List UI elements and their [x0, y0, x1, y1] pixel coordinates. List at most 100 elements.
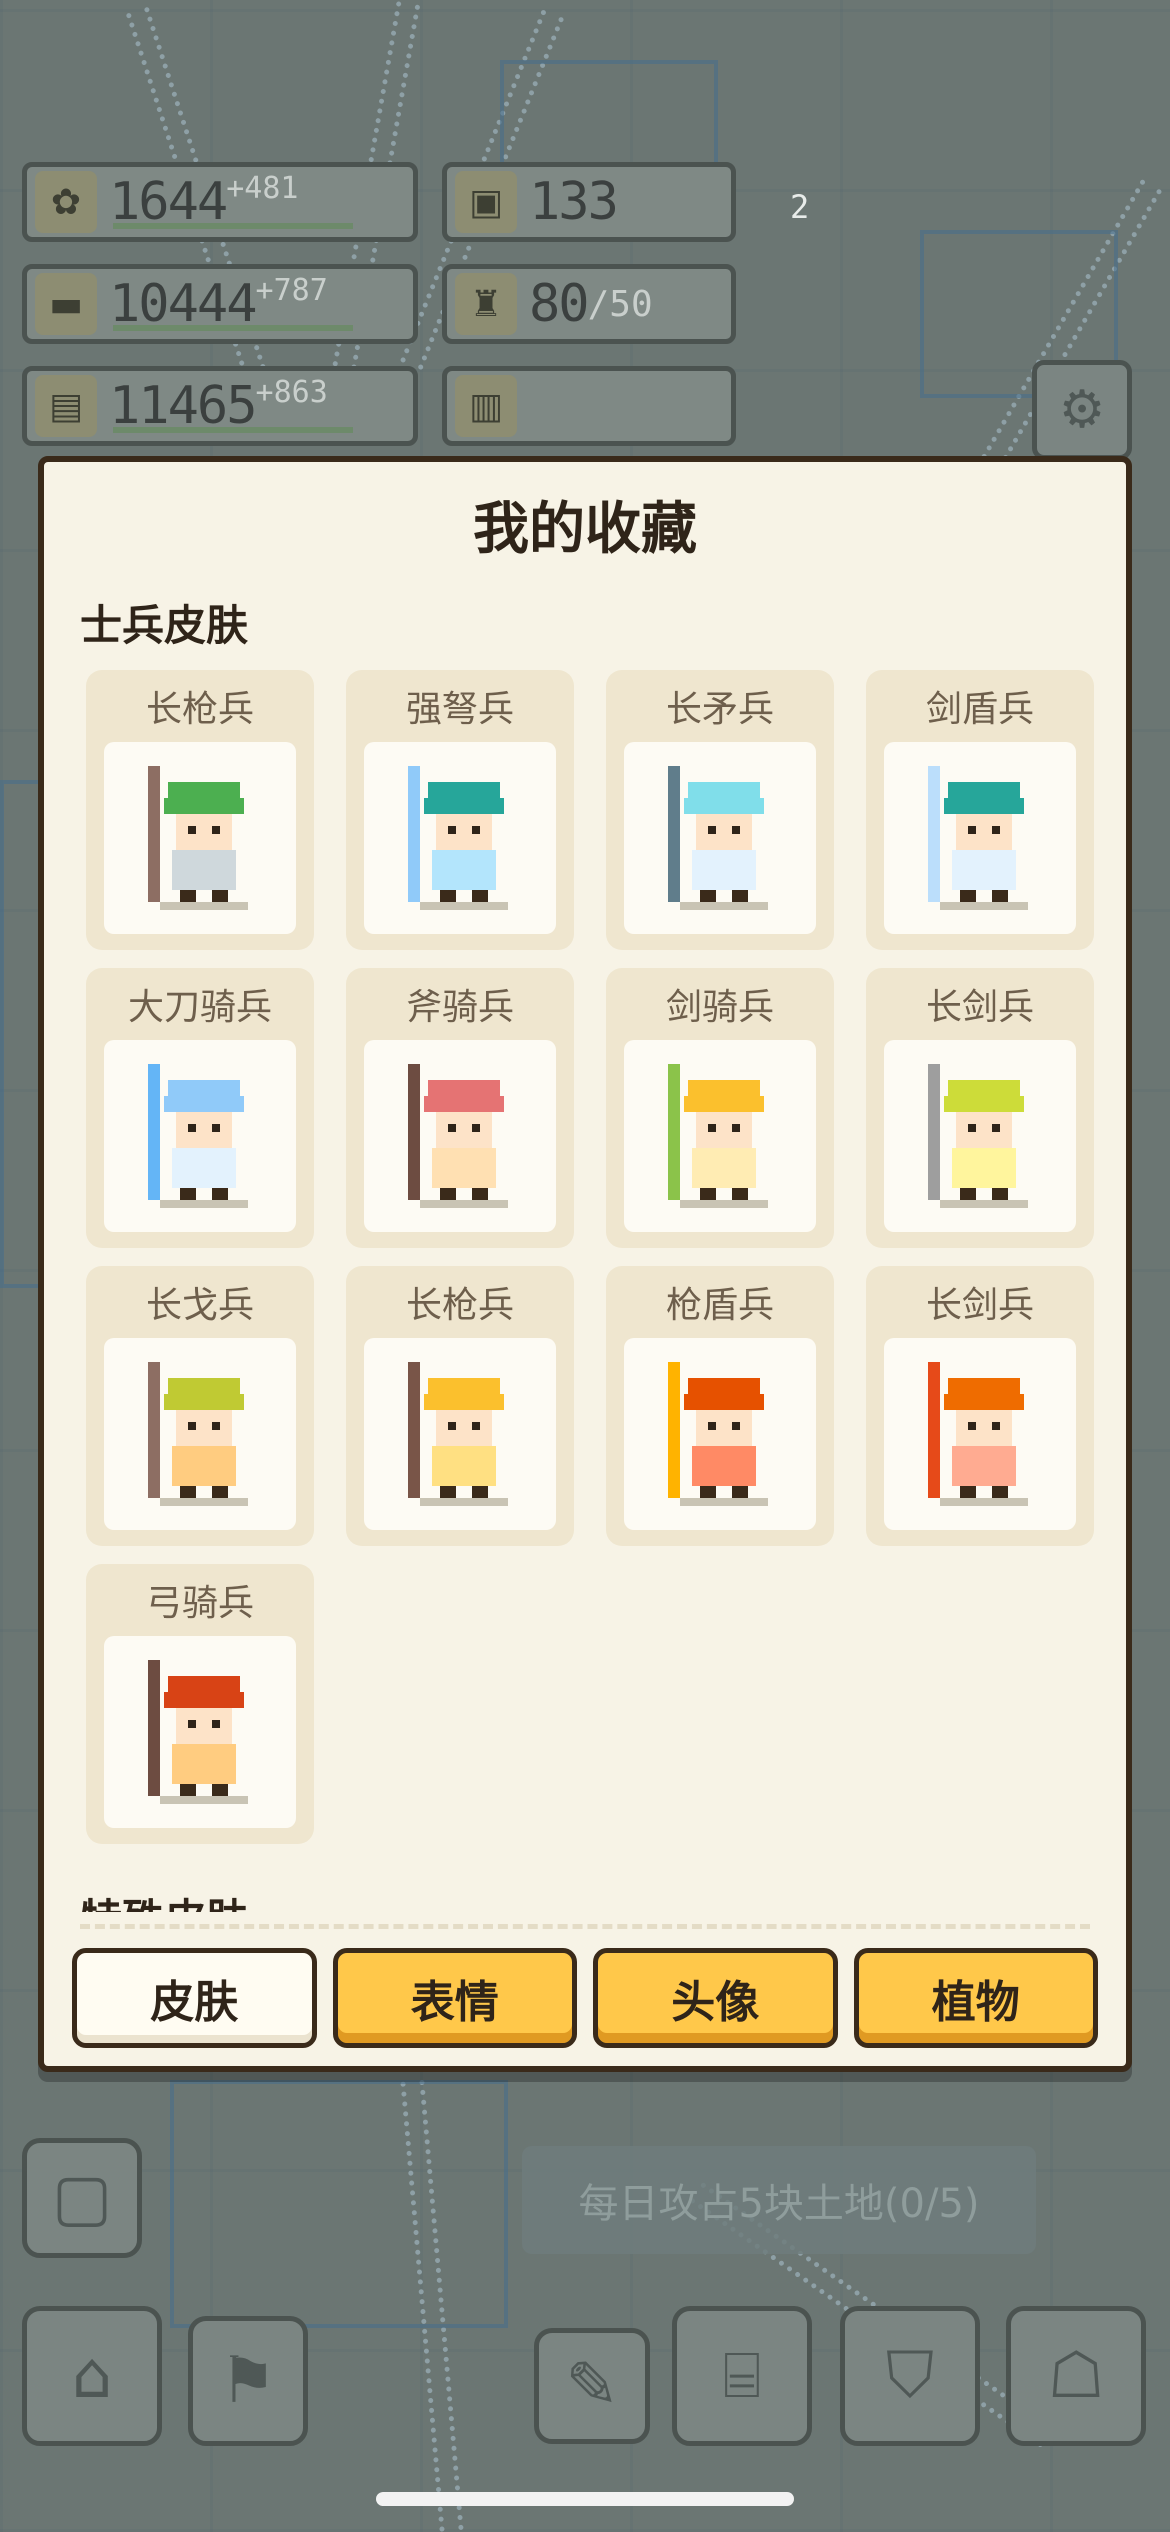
sprite-eye [968, 1124, 976, 1132]
research-icon: ✎ [565, 2349, 619, 2423]
sprite-weapon [148, 1660, 160, 1796]
sprite-eye [732, 1124, 740, 1132]
sprite-eye [188, 1124, 196, 1132]
sprite-eye [992, 1422, 1000, 1430]
inventory-resource[interactable]: ▥ [442, 366, 736, 446]
collection-modal: 我的收藏 士兵皮肤 长枪兵 强弩兵 长矛兵 剑盾兵 大刀骑兵 斧骑兵 剑骑兵 长剑兵 长戈兵 长枪… [38, 456, 1132, 2072]
sprite-body [432, 1446, 496, 1486]
sprite-leg [732, 1188, 748, 1200]
tabs-divider [80, 1924, 1090, 1929]
skin-portrait-frame [104, 742, 296, 934]
sprite-eye [212, 1422, 220, 1430]
soldier-sprite-icon [148, 1362, 248, 1506]
armor-icon: ♜ [455, 273, 517, 335]
daily-quest-banner[interactable]: 每日攻占5块土地(0/5) [522, 2146, 1036, 2254]
sprite-eye [448, 1422, 456, 1430]
nav-home-button[interactable]: ⌂ [22, 2306, 162, 2446]
sprite-shadow [420, 902, 508, 910]
skin-card[interactable]: 长矛兵 [606, 670, 834, 950]
sprite-eye [472, 826, 480, 834]
sprite-weapon [408, 766, 420, 902]
stone-increment: +863 [255, 375, 328, 410]
skin-card[interactable]: 斧骑兵 [346, 968, 574, 1248]
food-resource[interactable]: ✿ 1644 +481 [22, 162, 418, 242]
sprite-shadow [680, 902, 768, 910]
gold-resource[interactable]: ▣ 133 [442, 162, 736, 242]
skin-card[interactable]: 强弩兵 [346, 670, 574, 950]
sprite-leg [960, 1486, 976, 1498]
sprite-weapon [148, 1064, 160, 1200]
skin-card[interactable]: 枪盾兵 [606, 1266, 834, 1546]
soldier-sprite-icon [928, 1064, 1028, 1208]
chat-button[interactable]: ▢ [22, 2138, 142, 2258]
tab-avatars[interactable]: 头像 [593, 1948, 838, 2048]
nav-research-button[interactable]: ✎ [534, 2328, 650, 2444]
sprite-face [956, 814, 1012, 850]
sprite-shadow [160, 902, 248, 910]
food-increment: +481 [226, 171, 299, 206]
skin-card[interactable]: 剑盾兵 [866, 670, 1094, 950]
stone-icon: ▤ [35, 375, 97, 437]
skin-card[interactable]: 剑骑兵 [606, 968, 834, 1248]
sprite-weapon [668, 1362, 680, 1498]
chest-icon: ▥ [455, 375, 517, 437]
sprite-shadow [680, 1498, 768, 1506]
soldier-sprite-icon [928, 1362, 1028, 1506]
sprite-body [692, 850, 756, 890]
sprite-eye [472, 1422, 480, 1430]
skin-card[interactable]: 长剑兵 [866, 968, 1094, 1248]
nav-shop-button[interactable]: ⌸ [672, 2306, 812, 2446]
sprite-eye [448, 826, 456, 834]
tab-skins[interactable]: 皮肤 [72, 1948, 317, 2048]
sprite-face [956, 1112, 1012, 1148]
skin-card[interactable]: 长枪兵 [86, 670, 314, 950]
sprite-leg [732, 890, 748, 902]
sprite-leg [992, 1188, 1008, 1200]
sprite-shadow [940, 1200, 1028, 1208]
sprite-eye [968, 826, 976, 834]
soldier-sprite-icon [408, 766, 508, 910]
sprite-leg [700, 1486, 716, 1498]
sprite-weapon [668, 1064, 680, 1200]
skin-name: 长枪兵 [405, 1285, 514, 1326]
speech-bubble-icon: ▢ [51, 2161, 113, 2235]
sprite-leg [180, 890, 196, 902]
sprite-body [952, 1446, 1016, 1486]
nav-shield-button[interactable]: ⛉ [840, 2306, 980, 2446]
sprite-helmet-brim [164, 1394, 244, 1410]
settings-button[interactable]: ⚙ [1032, 360, 1132, 460]
sprite-shadow [940, 1498, 1028, 1506]
skin-card[interactable]: 弓骑兵 [86, 1564, 314, 1844]
section-title-special-skins: 特殊皮肤 [80, 1886, 248, 1912]
sprite-leg [212, 1784, 228, 1796]
flag-icon: ⚑ [219, 2344, 277, 2418]
skin-card[interactable]: 大刀骑兵 [86, 968, 314, 1248]
nav-flag-button[interactable]: ⚑ [188, 2316, 308, 2446]
sprite-face [176, 1410, 232, 1446]
skin-card[interactable]: 长剑兵 [866, 1266, 1094, 1546]
sprite-eye [992, 1124, 1000, 1132]
sprite-eye [212, 1124, 220, 1132]
sprite-shadow [160, 1498, 248, 1506]
side-badge-count: 2 [790, 188, 810, 226]
nav-chat-button[interactable]: ☖ [1006, 2306, 1146, 2446]
sprite-face [696, 814, 752, 850]
soldier-sprite-icon [408, 1362, 508, 1506]
troops-resource[interactable]: ♜ 80 /50 [442, 264, 736, 344]
section-title-soldier-skins: 士兵皮肤 [80, 601, 249, 650]
sprite-leg [180, 1188, 196, 1200]
wood-resource[interactable]: ▬ 10444 +787 [22, 264, 418, 344]
skin-card[interactable]: 长枪兵 [346, 1266, 574, 1546]
tab-emotes[interactable]: 表情 [332, 1948, 577, 2048]
stone-resource[interactable]: ▤ 11465 +863 [22, 366, 418, 446]
tab-plants[interactable]: 植物 [853, 1948, 1098, 2048]
sprite-leg [212, 1188, 228, 1200]
skin-card[interactable]: 长戈兵 [86, 1266, 314, 1546]
sprite-shadow [680, 1200, 768, 1208]
sprite-eye [732, 1422, 740, 1430]
sprite-leg [180, 1486, 196, 1498]
modal-title: 我的收藏 [473, 497, 697, 562]
sprite-body [952, 1148, 1016, 1188]
wood-progress-bar [113, 325, 353, 331]
skin-name: 剑骑兵 [665, 987, 774, 1028]
